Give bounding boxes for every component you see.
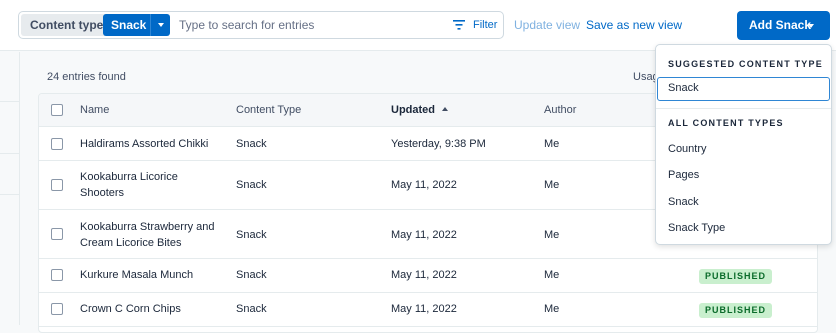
row-checkbox[interactable] — [51, 269, 63, 281]
chevron-down-icon[interactable] — [150, 14, 170, 36]
filter-label: Filter — [473, 19, 498, 31]
entry-author: Me — [544, 229, 560, 241]
all-types-heading: ALL CONTENT TYPES — [668, 118, 784, 128]
sidebar-divider — [0, 101, 20, 102]
dropdown-item-snack-type[interactable]: Snack Type — [668, 222, 725, 234]
entry-updated: May 11, 2022 — [391, 229, 457, 241]
suggested-option-snack[interactable]: Snack — [657, 77, 830, 101]
entry-name-line2[interactable]: Cream Licorice Bites — [80, 235, 181, 251]
entry-name-line2[interactable]: Shooters — [80, 185, 124, 201]
sidebar-edge — [0, 52, 20, 325]
content-type-value: Snack — [111, 18, 147, 32]
entry-name[interactable]: Kookaburra Strawberry and — [80, 219, 215, 235]
header-content-type[interactable]: Content Type — [236, 104, 301, 116]
entry-author: Me — [544, 179, 560, 191]
entry-content-type: Snack — [236, 179, 267, 191]
dropdown-item-snack[interactable]: Snack — [668, 196, 699, 208]
row-checkbox[interactable] — [51, 179, 63, 191]
row-checkbox[interactable] — [51, 228, 63, 240]
search-bar: Content type Snack Filter — [18, 11, 504, 39]
add-entry-dropdown: SUGGESTED CONTENT TYPE Snack ALL CONTENT… — [655, 44, 832, 245]
update-view-link[interactable]: Update view — [514, 18, 580, 32]
sidebar-divider — [0, 153, 20, 154]
entry-updated: May 11, 2022 — [391, 303, 457, 315]
save-as-new-view-link[interactable]: Save as new view — [586, 18, 682, 32]
filter-icon — [453, 20, 465, 30]
row-checkbox[interactable] — [51, 303, 63, 315]
content-type-select[interactable]: Snack — [103, 14, 170, 36]
dropdown-item-pages[interactable]: Pages — [668, 169, 699, 181]
row-checkbox[interactable] — [51, 138, 63, 150]
entry-content-type: Snack — [236, 269, 267, 281]
status-badge: PUBLISHED — [699, 303, 773, 318]
status-badge: PUBLISHED — [699, 269, 773, 284]
entry-name[interactable]: Kookaburra Licorice — [80, 169, 178, 185]
select-all-checkbox[interactable] — [51, 104, 63, 116]
suggested-heading: SUGGESTED CONTENT TYPE — [668, 59, 823, 69]
entry-author: Me — [544, 138, 560, 150]
entry-author: Me — [544, 303, 560, 315]
header-updated[interactable]: Updated — [391, 104, 435, 116]
entry-updated: May 11, 2022 — [391, 269, 457, 281]
entry-author: Me — [544, 269, 560, 281]
header-name[interactable]: Name — [80, 104, 109, 116]
entry-content-type: Snack — [236, 229, 267, 241]
search-input[interactable] — [179, 16, 429, 34]
entry-updated: May 11, 2022 — [391, 179, 457, 191]
entry-name[interactable]: Crown C Corn Chips — [80, 301, 181, 317]
table-row[interactable]: Kurkure Masala Munch Snack May 11, 2022 … — [39, 259, 817, 293]
entry-content-type: Snack — [236, 303, 267, 315]
entries-count: 24 entries found — [47, 71, 126, 83]
table-row[interactable]: Crown C Corn Chips Snack May 11, 2022 Me… — [39, 293, 817, 327]
add-snack-button[interactable]: Add Snack — [737, 11, 830, 40]
sort-ascending-icon[interactable] — [442, 107, 448, 111]
dropdown-divider — [656, 108, 831, 109]
sidebar-divider — [0, 194, 20, 195]
entry-name[interactable]: Kurkure Masala Munch — [80, 267, 193, 283]
entry-name[interactable]: Haldirams Assorted Chikki — [80, 136, 208, 152]
entry-content-type: Snack — [236, 138, 267, 150]
add-snack-label: Add Snack — [749, 18, 812, 32]
filter-button[interactable]: Filter — [451, 14, 501, 36]
entry-updated: Yesterday, 9:38 PM — [391, 138, 486, 150]
dropdown-item-country[interactable]: Country — [668, 143, 707, 155]
header-author[interactable]: Author — [544, 104, 576, 116]
